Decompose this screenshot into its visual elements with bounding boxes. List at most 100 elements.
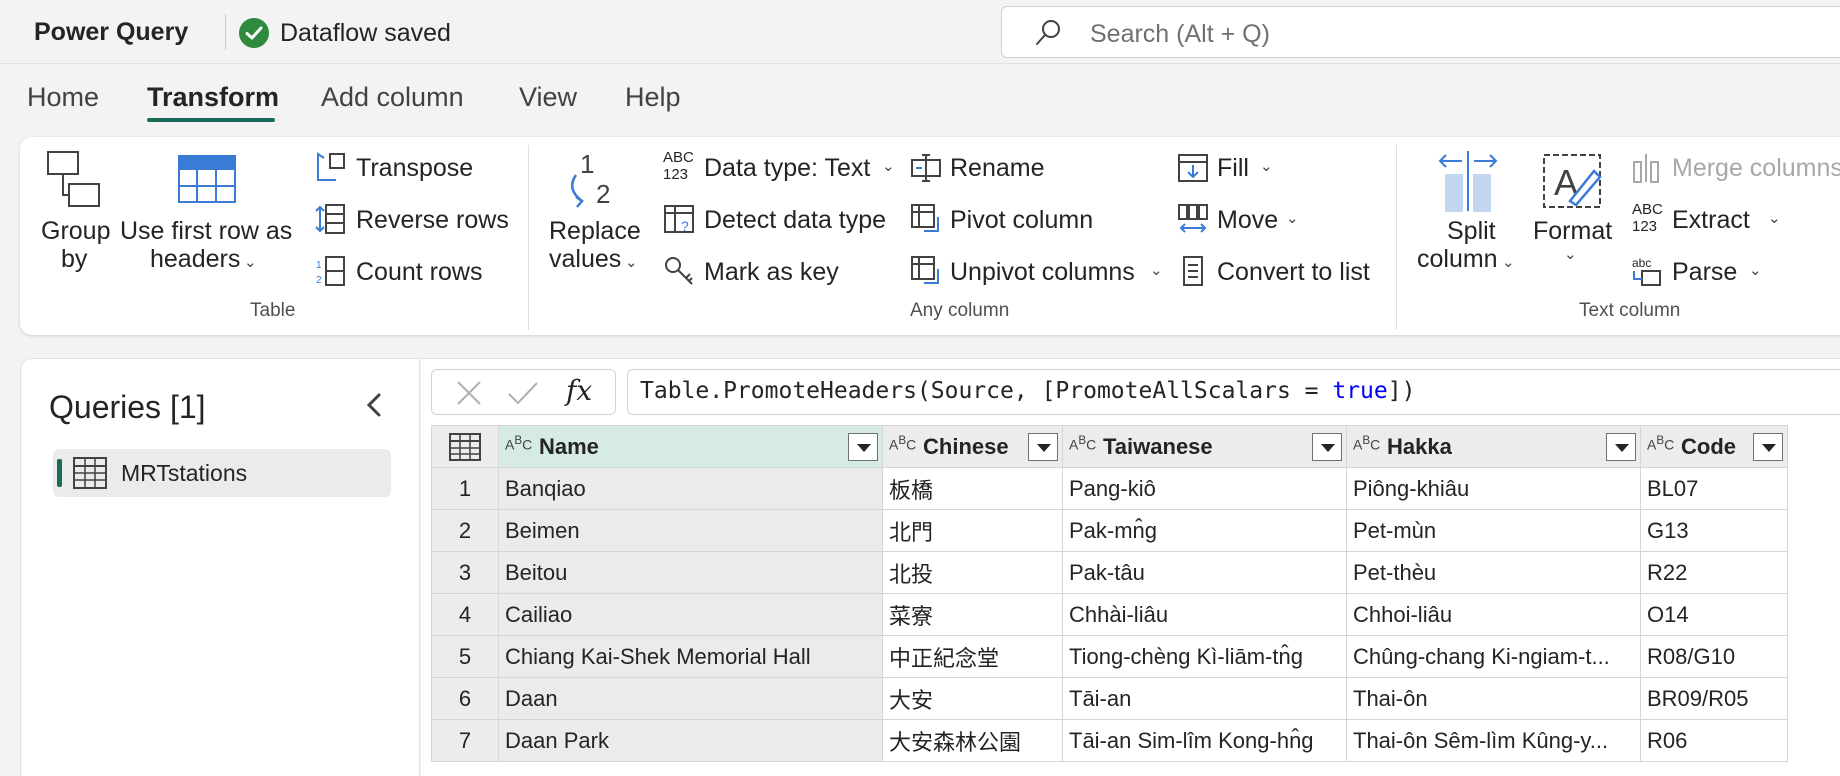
table-cell[interactable]: Pak-tâu <box>1062 551 1347 594</box>
filter-dropdown-button[interactable] <box>1312 433 1342 461</box>
table-menu-button[interactable] <box>431 425 499 468</box>
table-cell[interactable]: O14 <box>1640 593 1788 636</box>
table-cell[interactable]: 菜寮 <box>882 593 1063 636</box>
group-by-label-2: by <box>61 245 88 273</box>
data-type-label: Data type: Text <box>704 154 871 182</box>
table-cell[interactable]: Chhài-liâu <box>1062 593 1347 636</box>
table-cell[interactable]: R22 <box>1640 551 1788 594</box>
row-number[interactable]: 2 <box>431 509 499 552</box>
row-number[interactable]: 4 <box>431 593 499 636</box>
text-type-icon[interactable]: ABC <box>889 434 916 453</box>
table-header-icon <box>178 155 236 203</box>
table-cell[interactable]: G13 <box>1640 509 1788 552</box>
row-number[interactable]: 1 <box>431 467 499 510</box>
chevron-down-icon: ⌄ <box>244 254 257 271</box>
table-cell[interactable]: Pet-mùn <box>1346 509 1641 552</box>
split-label-1: Split <box>1447 217 1496 245</box>
table-cell[interactable]: Tāi-an <box>1062 677 1347 720</box>
row-number[interactable]: 7 <box>431 719 499 762</box>
table-cell[interactable]: Piông-khiâu <box>1346 467 1641 510</box>
checkmark-icon[interactable] <box>506 378 540 408</box>
filter-dropdown-button[interactable] <box>1028 433 1058 461</box>
formula-bar[interactable]: Table.PromoteHeaders(Source, [PromoteAll… <box>627 369 1840 415</box>
table-cell[interactable]: Chûng-chang Ki-ngiam-t... <box>1346 635 1641 678</box>
tab-home[interactable]: Home <box>27 82 99 113</box>
table-cell[interactable]: Cailiao <box>498 593 883 636</box>
selection-indicator <box>57 459 62 487</box>
table-cell[interactable]: Banqiao <box>498 467 883 510</box>
query-item-mrtstations[interactable]: MRTstations <box>53 449 391 497</box>
format-icon: A <box>1543 154 1602 208</box>
chevron-down-icon: ⌄ <box>1749 262 1762 279</box>
table-cell[interactable]: Daan Park <box>498 719 883 762</box>
table-cell[interactable]: Pak-mn̂g <box>1062 509 1347 552</box>
column-header-label: Name <box>539 433 599 459</box>
table-cell[interactable]: Pet-thèu <box>1346 551 1641 594</box>
table-icon <box>73 457 107 489</box>
fx-icon[interactable]: fx <box>566 374 592 407</box>
chevron-down-icon: ⌄ <box>1286 210 1299 227</box>
table-cell[interactable]: Chiang Kai-Shek Memorial Hall <box>498 635 883 678</box>
table-cell[interactable]: Beitou <box>498 551 883 594</box>
text-type-icon[interactable]: ABC <box>1353 434 1380 453</box>
table-cell[interactable]: 板橋 <box>882 467 1063 510</box>
table-row: 3 Beitou 北投 Pak-tâu Pet-thèu R22 <box>431 551 1788 594</box>
row-number[interactable]: 6 <box>431 677 499 720</box>
svg-text:abc: abc <box>1632 256 1651 270</box>
tab-help[interactable]: Help <box>625 82 681 113</box>
text-type-icon[interactable]: ABC <box>505 434 532 453</box>
first-row-label-1: Use first row as <box>120 217 293 245</box>
filter-dropdown-button[interactable] <box>1753 433 1783 461</box>
parse-icon: abc <box>1632 256 1661 286</box>
close-icon[interactable] <box>454 378 484 408</box>
tab-transform[interactable]: Transform <box>147 82 279 113</box>
search-icon <box>1036 20 1060 45</box>
unpivot-label: Unpivot columns <box>950 258 1135 286</box>
row-number[interactable]: 5 <box>431 635 499 678</box>
tab-add-column[interactable]: Add column <box>321 82 464 113</box>
table-cell[interactable]: Thai-ôn <box>1346 677 1641 720</box>
table-cell[interactable]: R08/G10 <box>1640 635 1788 678</box>
table-cell[interactable]: Tiong-chèng Kì-liām-tn̂g <box>1062 635 1347 678</box>
save-status: Dataflow saved <box>280 19 451 47</box>
tab-view[interactable]: View <box>519 82 577 113</box>
column-header-hakka[interactable]: ABC Hakka <box>1346 425 1641 468</box>
chevron-left-icon[interactable] <box>359 389 391 421</box>
group-label-table: Table <box>250 300 296 321</box>
filter-dropdown-button[interactable] <box>848 433 878 461</box>
table-cell[interactable]: Pang-kiô <box>1062 467 1347 510</box>
replace-values-icon: 1 2 <box>570 151 610 209</box>
column-header-name[interactable]: ABC Name <box>498 425 883 468</box>
column-header-code[interactable]: ABC Code <box>1640 425 1788 468</box>
filter-dropdown-button[interactable] <box>1606 433 1636 461</box>
table-cell[interactable]: Chhoi-liâu <box>1346 593 1641 636</box>
text-type-icon[interactable]: ABC <box>1069 434 1096 453</box>
table-cell[interactable]: 大安森林公園 <box>882 719 1063 762</box>
column-header-chinese[interactable]: ABC Chinese <box>882 425 1063 468</box>
table-cell[interactable]: 中正紀念堂 <box>882 635 1063 678</box>
replace-values-label-2: values <box>549 245 622 273</box>
search-box[interactable]: Search (Alt + Q) <box>1001 6 1840 58</box>
chevron-down-icon: ⌄ <box>1564 246 1577 263</box>
title-bar: Power Query Dataflow saved Search (Alt +… <box>0 0 1840 64</box>
query-item-label: MRTstations <box>121 460 248 486</box>
column-header-taiwanese[interactable]: ABC Taiwanese <box>1062 425 1347 468</box>
header-row: ABC Name ABC Chinese ABC Taiwanese ABC Hakka… <box>431 425 1788 468</box>
table-cell[interactable]: BL07 <box>1640 467 1788 510</box>
row-number[interactable]: 3 <box>431 551 499 594</box>
table-cell[interactable]: Thai-ôn Sêm-lìm Kûng-y... <box>1346 719 1641 762</box>
table-cell[interactable]: 北投 <box>882 551 1063 594</box>
table-cell[interactable]: 大安 <box>882 677 1063 720</box>
table-cell[interactable]: Tāi-an Sim-lîm Kong-hn̂g <box>1062 719 1347 762</box>
search-input[interactable]: Search (Alt + Q) <box>1090 20 1270 49</box>
text-type-icon[interactable]: ABC <box>1647 434 1674 453</box>
formula-controls: fx <box>431 369 616 415</box>
table-cell[interactable]: BR09/R05 <box>1640 677 1788 720</box>
table-cell[interactable]: Beimen <box>498 509 883 552</box>
table-cell[interactable]: Daan <box>498 677 883 720</box>
svg-text:1: 1 <box>316 260 322 271</box>
first-row-label-2: headers <box>150 245 241 273</box>
table-cell[interactable]: R06 <box>1640 719 1788 762</box>
formula-suffix: ]) <box>1387 378 1416 404</box>
table-cell[interactable]: 北門 <box>882 509 1063 552</box>
